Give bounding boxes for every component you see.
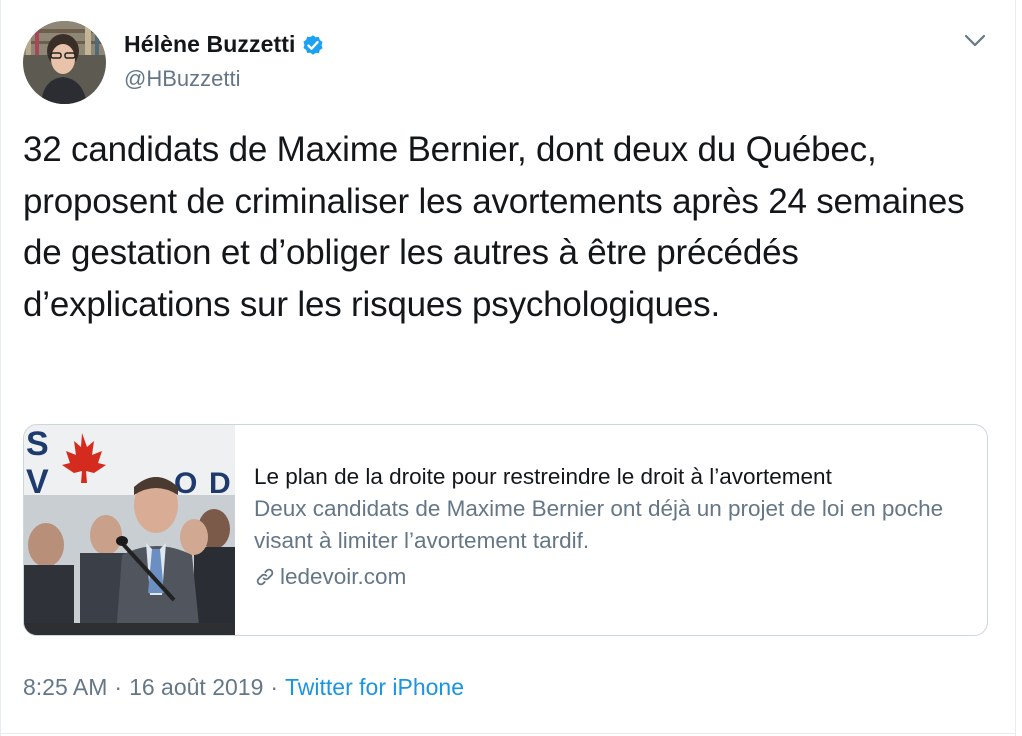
tweet: Hélène Buzzetti @HBuzzetti 32 candidats … [0,0,1022,736]
tweet-date[interactable]: 16 août 2019 [129,674,263,701]
meta-separator: · [114,674,123,700]
banner-letter-v: V [26,463,49,501]
tweet-text: 32 candidats de Maxime Bernier, dont deu… [23,130,965,324]
link-card[interactable]: S V O D Le plan de la droite pour restre… [23,424,988,636]
tweet-time[interactable]: 8:25 AM [23,674,107,701]
banner-letter-o: O [174,467,197,500]
card-body[interactable]: Le plan de la droite pour restreindre le… [235,425,974,635]
tweet-meta: 8:25 AM · 16 août 2019 · Twitter for iPh… [23,674,464,701]
verified-badge-icon [303,34,324,55]
author-handle[interactable]: @HBuzzetti [124,66,240,92]
card-image: S V O D [24,425,235,635]
tweet-border-bottom [0,733,1016,734]
tweet-source-link[interactable]: Twitter for iPhone [285,674,464,701]
author-display-name[interactable]: Hélène Buzzetti [124,31,295,58]
banner-letter-d: D [209,467,231,500]
card-description: Deux candidats de Maxime Bernier ont déj… [254,496,944,553]
card-title[interactable]: Le plan de la droite pour restreindre le… [254,461,974,493]
author-name-row[interactable]: Hélène Buzzetti [124,31,326,58]
avatar[interactable] [23,21,106,104]
banner-letter-s: S [26,425,49,463]
link-icon [256,568,274,586]
card-domain[interactable]: ledevoir.com [280,561,406,593]
tweet-border-left [0,0,1,736]
tweet-border-right [1015,0,1016,736]
chevron-down-icon[interactable] [963,33,987,49]
card-domain-row[interactable]: ledevoir.com [254,561,974,593]
meta-separator: · [270,674,279,700]
